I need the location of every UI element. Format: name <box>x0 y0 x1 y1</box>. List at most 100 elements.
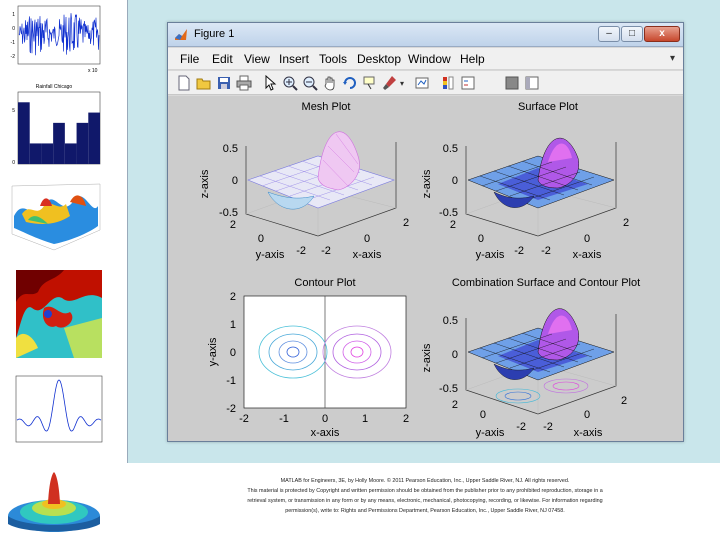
caption-line: permission(s), write to: Rights and Perm… <box>285 508 565 514</box>
data-cursor-icon[interactable] <box>362 75 378 91</box>
save-icon[interactable] <box>216 75 232 91</box>
surface-plot-title: Surface Plot <box>518 101 578 113</box>
bar <box>76 122 89 164</box>
surface-x-tick: -2 <box>541 245 551 257</box>
pan-hand-icon[interactable] <box>322 75 338 91</box>
combo-x-label: x-axis <box>574 427 603 439</box>
bar-tick: 5 <box>12 108 15 114</box>
combo-x-tick: -2 <box>543 421 553 433</box>
menu-view[interactable]: View <box>244 52 270 66</box>
signal-tick: -1 <box>11 40 16 46</box>
zoom-out-icon[interactable] <box>302 75 318 91</box>
mesh-z-tick: 0.5 <box>223 143 238 155</box>
slide: 1 0 -1 -2 x 10 Rainfall Chicago 5 0 Figu… <box>0 0 720 540</box>
combo-z-tick: -0.5 <box>439 383 458 395</box>
mesh-z-tick: 0 <box>232 175 238 187</box>
contour-x-tick: -1 <box>279 413 289 425</box>
print-icon[interactable] <box>236 75 252 91</box>
window-title: Figure 1 <box>194 28 235 40</box>
signal-exponent: x 10 <box>88 68 98 74</box>
mesh-y-tick: 2 <box>230 219 236 231</box>
insert-legend-icon[interactable] <box>460 75 476 91</box>
bar <box>41 143 54 164</box>
bar <box>88 112 100 164</box>
mesh-x-tick: -2 <box>321 245 331 257</box>
contour-y-tick: -1 <box>226 375 236 387</box>
signal-tick: 1 <box>12 12 15 18</box>
mesh-y-label: y-axis <box>256 249 285 261</box>
menu-tools[interactable]: Tools <box>319 52 347 66</box>
menu-file[interactable]: File <box>180 52 199 66</box>
caption-line: MATLAB for Engineers, 3E, by Holly Moore… <box>280 478 570 484</box>
new-figure-icon[interactable] <box>176 75 192 91</box>
combo-plot: Combination Surface and Contour Plot 0.5… <box>421 277 640 439</box>
link-plot-icon[interactable] <box>414 75 430 91</box>
copyright-caption: MATLAB for Engineers, 3E, by Holly Moore… <box>190 476 660 516</box>
combo-y-tick: 0 <box>480 409 486 421</box>
figure-toolbar: ▾ <box>168 71 683 95</box>
thumb-sinc-plot <box>4 372 104 452</box>
contour-x-label: x-axis <box>311 427 340 439</box>
surface-x-tick: 0 <box>584 233 590 245</box>
combo-y-tick: -2 <box>516 421 526 433</box>
combo-x-tick: 0 <box>584 409 590 421</box>
menu-desktop[interactable]: Desktop <box>357 52 401 66</box>
menu-window[interactable]: Window <box>408 52 451 66</box>
bar <box>53 122 65 164</box>
combo-y-tick: 2 <box>452 399 458 411</box>
thumb-signal-plot: 1 0 -1 -2 x 10 <box>4 2 104 74</box>
combo-x-tick: 2 <box>621 395 627 407</box>
show-plot-tools-icon[interactable] <box>524 75 540 91</box>
surface-y-tick: 2 <box>450 219 456 231</box>
signal-tick: 0 <box>12 26 15 32</box>
edit-plot-arrow-icon[interactable] <box>262 75 278 91</box>
close-button[interactable]: x <box>644 26 680 42</box>
surface-x-tick: 2 <box>623 217 629 229</box>
brush-dropdown-icon[interactable]: ▾ <box>400 79 404 88</box>
maximize-button[interactable]: □ <box>621 26 643 42</box>
combo-z-tick: 0.5 <box>443 315 458 327</box>
contour-y-tick: 2 <box>230 291 236 303</box>
contour-y-tick: -2 <box>226 403 236 415</box>
bar-tick: 0 <box>12 160 15 166</box>
surface-z-tick: 0 <box>452 175 458 187</box>
figure-window: Figure 1 – □ x File Edit View Insert Too… <box>167 22 684 442</box>
contour-x-tick: -2 <box>239 413 249 425</box>
caption-line: This material is protected by Copyright … <box>247 488 603 494</box>
surface-x-label: x-axis <box>573 249 602 261</box>
menu-edit[interactable]: Edit <box>212 52 233 66</box>
figure-canvas[interactable]: Mesh Plot 0.5 0 -0.5 z-axis 2 0 -2 y-axi… <box>168 96 683 441</box>
contour-plot-title: Contour Plot <box>294 277 355 289</box>
open-file-icon[interactable] <box>196 75 212 91</box>
window-titlebar[interactable]: Figure 1 – □ x <box>168 23 683 47</box>
hide-plot-tools-icon[interactable] <box>504 75 520 91</box>
surface-plot: Surface Plot 0.5 0 -0.5 z-axis 2 0 -2 y-… <box>421 101 629 261</box>
combo-z-label: z-axis <box>421 343 433 372</box>
insert-colorbar-icon[interactable] <box>440 75 456 91</box>
minimize-button[interactable]: – <box>598 26 620 42</box>
thumb-bar-chart: Rainfall Chicago 5 0 <box>4 82 104 172</box>
surface-y-tick: -2 <box>514 245 524 257</box>
contour-y-tick: 0 <box>230 347 236 359</box>
contour-x-tick: 2 <box>403 413 409 425</box>
caption-line: retrieval system, or transmission in any… <box>247 498 603 504</box>
mesh-y-tick: -2 <box>296 245 306 257</box>
contour-x-tick: 0 <box>322 413 328 425</box>
menu-help[interactable]: Help <box>460 52 485 66</box>
combo-y-label: y-axis <box>476 427 505 439</box>
menu-overflow-icon[interactable]: ▾ <box>670 53 675 64</box>
surface-z-tick: 0.5 <box>443 143 458 155</box>
mesh-z-label: z-axis <box>199 169 211 198</box>
menu-insert[interactable]: Insert <box>279 52 309 66</box>
contour-x-tick: 1 <box>362 413 368 425</box>
signal-tick: -2 <box>11 54 16 60</box>
rotate-3d-icon[interactable] <box>342 75 358 91</box>
mesh-x-label: x-axis <box>353 249 382 261</box>
thumb-sombrero-surface <box>4 462 104 538</box>
thumbnail-strip: 1 0 -1 -2 x 10 Rainfall Chicago 5 0 <box>0 0 108 540</box>
mesh-x-tick: 0 <box>364 233 370 245</box>
combo-plot-title: Combination Surface and Contour Plot <box>452 277 640 289</box>
zoom-in-icon[interactable] <box>282 75 298 91</box>
thumb-peaks-surface <box>4 176 104 254</box>
brush-icon[interactable] <box>382 75 398 91</box>
